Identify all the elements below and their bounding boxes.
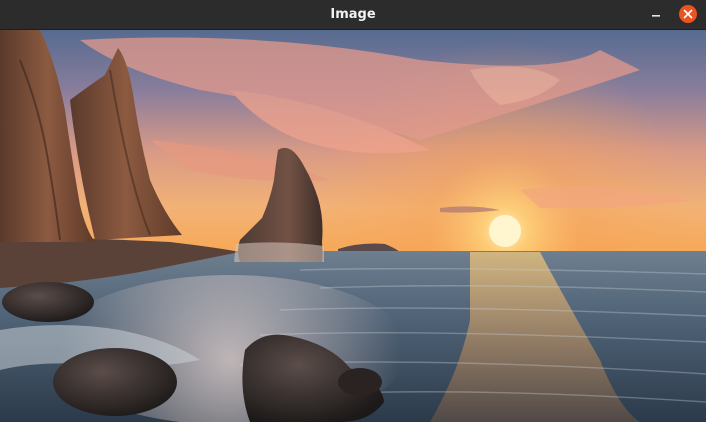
- image-canvas: [0, 30, 706, 422]
- titlebar[interactable]: Image: [0, 0, 706, 30]
- stack-spray: [234, 242, 324, 262]
- sunset-seascape-photo: [0, 30, 706, 422]
- minimize-icon: [652, 15, 660, 17]
- window-title: Image: [330, 7, 376, 22]
- foreground-rock-center: [53, 348, 177, 416]
- foreground-rock-left: [2, 282, 94, 322]
- small-rock: [338, 368, 382, 396]
- close-button[interactable]: [679, 5, 697, 23]
- image-viewer-window: Image: [0, 0, 706, 422]
- minimize-button[interactable]: [646, 5, 666, 25]
- sun: [489, 215, 521, 247]
- close-icon: [683, 9, 693, 19]
